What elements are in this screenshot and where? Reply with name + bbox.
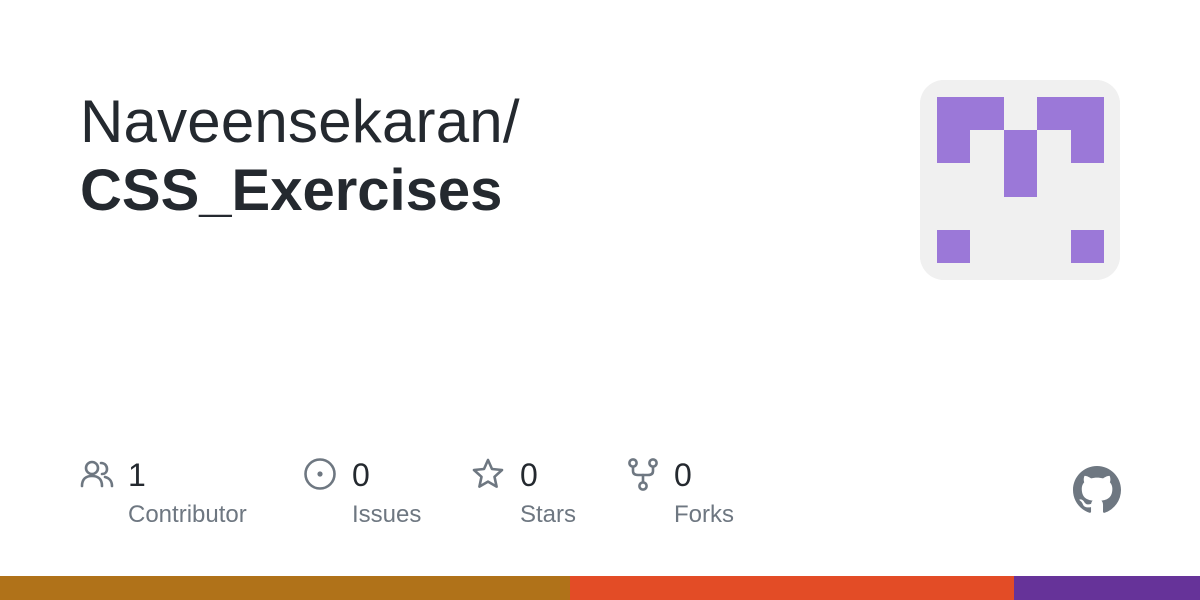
stat-contributors[interactable]: 1 Contributor	[80, 455, 280, 535]
github-mark-icon[interactable]	[1073, 466, 1121, 514]
language-bar-segment	[570, 576, 1014, 600]
issue-opened-icon	[303, 457, 337, 491]
issues-label: Issues	[352, 501, 422, 528]
stat-issues[interactable]: 0 Issues	[303, 455, 463, 535]
repo-forked-icon	[626, 457, 660, 491]
owner-avatar[interactable]	[920, 80, 1120, 280]
forks-count: 0	[674, 457, 692, 493]
language-bar	[0, 576, 1200, 600]
stat-stars[interactable]: 0 Stars	[471, 455, 611, 535]
stat-forks[interactable]: 0 Forks	[626, 455, 776, 535]
stars-label: Stars	[520, 501, 577, 528]
contributors-label: Contributor	[128, 501, 247, 528]
repo-owner[interactable]: Naveensekaran/	[80, 88, 860, 156]
language-bar-segment	[1014, 576, 1200, 600]
language-bar-segment	[0, 576, 570, 600]
contributors-count: 1	[128, 457, 146, 493]
star-icon	[471, 457, 505, 491]
forks-label: Forks	[674, 501, 734, 528]
stars-count: 0	[520, 457, 538, 493]
repo-stats: 1 Contributor 0 Issues 0 Stars 0 Forks	[0, 455, 1200, 545]
repo-title: Naveensekaran/ CSS_Exercises	[80, 88, 860, 226]
repo-name[interactable]: CSS_Exercises	[80, 156, 860, 226]
people-icon	[80, 457, 114, 491]
issues-count: 0	[352, 457, 370, 493]
